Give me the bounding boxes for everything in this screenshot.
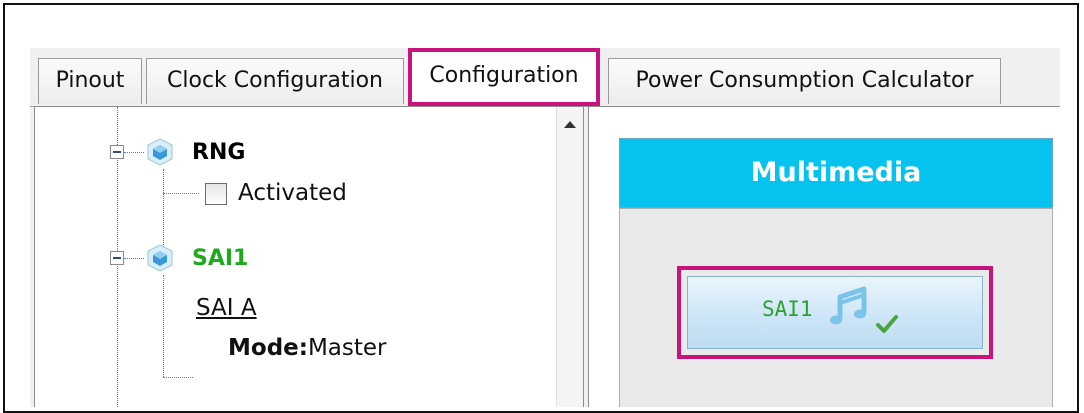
tab-pinout[interactable]: Pinout <box>38 58 142 104</box>
mode-key: Mode: <box>228 335 308 361</box>
music-note-icon <box>830 286 867 325</box>
sai1-button-highlight: SAI1 <box>677 266 993 359</box>
tree-connector <box>124 152 144 153</box>
activated-label: Activated <box>238 180 347 206</box>
peripheral-tree-panel: RNG Activated SAI1 SAI A Mode:Master <box>34 106 584 407</box>
tab-bar: Pinout Clock Configuration Configuration… <box>30 48 1060 107</box>
checkmark-icon <box>876 315 898 333</box>
sai1-button-label: SAI1 <box>762 297 813 321</box>
configuration-categories-panel: Multimedia SAI1 <box>588 106 1060 407</box>
peripheral-cube-icon <box>147 138 173 166</box>
tree-scrollbar[interactable] <box>556 107 583 407</box>
sai1-config-button[interactable]: SAI1 <box>687 276 983 349</box>
tree-connector <box>124 258 144 259</box>
stm32cube-window: Pinout Clock Configuration Configuration… <box>30 48 1060 407</box>
activated-checkbox[interactable] <box>205 183 227 205</box>
scroll-up-arrow-icon[interactable] <box>564 121 576 128</box>
multimedia-category-header: Multimedia <box>619 138 1053 208</box>
tab-clock-configuration[interactable]: Clock Configuration <box>146 58 404 104</box>
collapse-sai1-icon[interactable] <box>110 251 124 265</box>
mode-value: Master <box>307 335 387 361</box>
sai-mode-line: Mode:Master <box>228 335 387 361</box>
collapse-rng-icon[interactable] <box>110 145 124 159</box>
rng-node-title[interactable]: RNG <box>192 140 245 165</box>
tree-guide-line <box>163 169 164 253</box>
sai1-node-title[interactable]: SAI1 <box>192 246 248 271</box>
sai-a-subitem[interactable]: SAI A <box>196 295 257 321</box>
tree-guide-line <box>163 275 164 377</box>
tree-connector <box>163 193 199 194</box>
tab-power-consumption-calculator[interactable]: Power Consumption Calculator <box>608 58 1001 104</box>
tree-connector <box>163 377 193 378</box>
tab-configuration[interactable]: Configuration <box>408 48 600 106</box>
peripheral-cube-icon <box>147 244 173 272</box>
